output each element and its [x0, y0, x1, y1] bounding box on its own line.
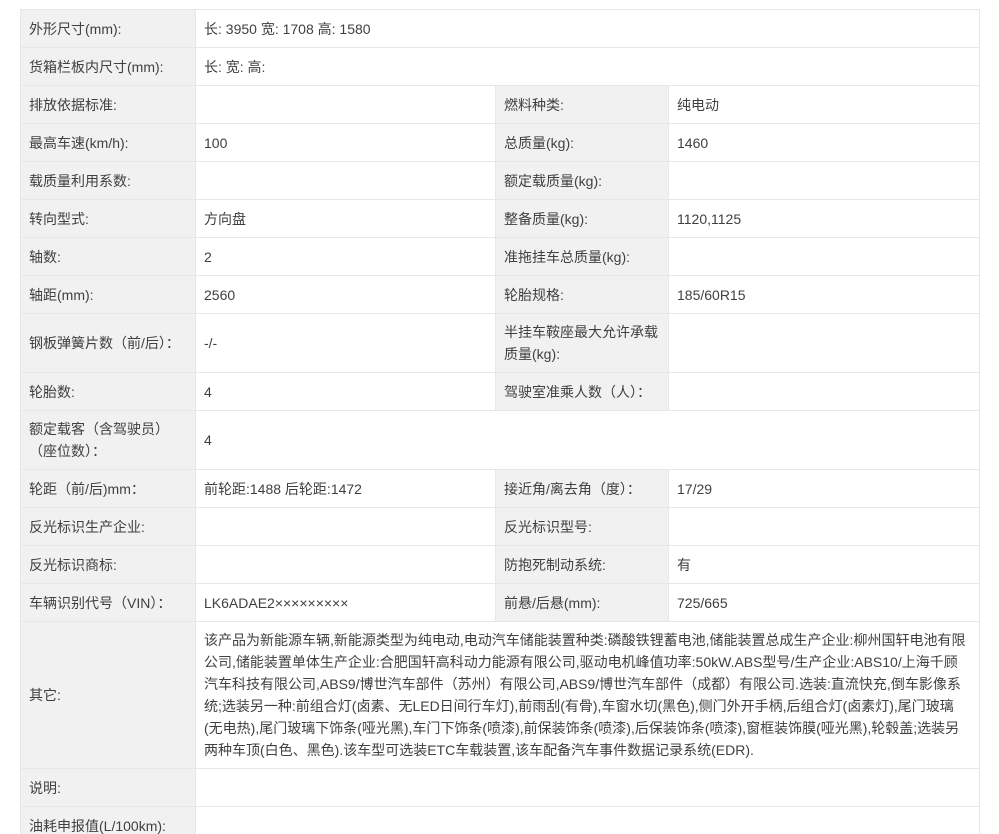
label-rated-load-mass: 额定载质量(kg):: [495, 161, 669, 200]
label-vin: 车辆识别代号（VIN）：: [20, 583, 196, 622]
value-reflective-marking-manufacturer: [195, 507, 496, 546]
label-towed-trailer-mass: 准拖挂车总质量(kg):: [495, 237, 669, 276]
value-rated-load-mass: [668, 161, 980, 200]
label-emission-standard: 排放依据标准:: [20, 85, 196, 124]
value-max-speed: 100: [195, 123, 496, 162]
spec-row: 钢板弹簧片数（前/后）： -/- 半挂车鞍座最大允许承载质量(kg):: [20, 313, 980, 373]
spec-row: 说明:: [20, 768, 980, 807]
value-mass-utilization-factor: [195, 161, 496, 200]
value-reflective-marking-trademark: [195, 545, 496, 584]
value-steering-type: 方向盘: [195, 199, 496, 238]
label-cab-occupancy: 驾驶室准乘人数（人）：: [495, 372, 669, 411]
value-cargo-box-inner-dimensions: 长: 宽: 高:: [195, 47, 980, 86]
vehicle-spec-page: 外形尺寸(mm): 长: 3950 宽: 1708 高: 1580 货箱栏板内尺…: [0, 0, 999, 834]
value-front-rear-overhang: 725/665: [668, 583, 980, 622]
label-tire-spec: 轮胎规格:: [495, 275, 669, 314]
value-fuel-type: 纯电动: [668, 85, 980, 124]
value-tire-spec: 185/60R15: [668, 275, 980, 314]
value-vin: LK6ADAE2×××××××××: [195, 583, 496, 622]
value-cab-occupancy: [668, 372, 980, 411]
value-gross-mass: 1460: [668, 123, 980, 162]
label-overall-dimensions: 外形尺寸(mm):: [20, 9, 196, 48]
value-saddle-max-load: [668, 313, 980, 373]
value-tire-count: 4: [195, 372, 496, 411]
label-track-width: 轮距（前/后)mm：: [20, 469, 196, 508]
value-other: 该产品为新能源车辆,新能源类型为纯电动,电动汽车储能装置种类:磷酸铁锂蓄电池,储…: [195, 621, 980, 769]
value-towed-trailer-mass: [668, 237, 980, 276]
spec-row: 反光标识生产企业: 反光标识型号:: [20, 507, 980, 546]
spec-row: 外形尺寸(mm): 长: 3950 宽: 1708 高: 1580: [20, 9, 980, 48]
label-max-speed: 最高车速(km/h):: [20, 123, 196, 162]
label-wheelbase: 轴距(mm):: [20, 275, 196, 314]
spec-row: 轴距(mm): 2560 轮胎规格: 185/60R15: [20, 275, 980, 314]
spec-row: 轴数: 2 准拖挂车总质量(kg):: [20, 237, 980, 276]
value-remarks: [195, 768, 980, 807]
value-abs: 有: [668, 545, 980, 584]
value-seating-capacity: 4: [195, 410, 980, 470]
spec-row: 车辆识别代号（VIN）： LK6ADAE2××××××××× 前悬/后悬(mm)…: [20, 583, 980, 622]
label-curb-mass: 整备质量(kg):: [495, 199, 669, 238]
spec-row: 载质量利用系数: 额定载质量(kg):: [20, 161, 980, 200]
label-approach-departure-angle: 接近角/离去角（度）：: [495, 469, 669, 508]
label-axle-count: 轴数:: [20, 237, 196, 276]
spec-row: 转向型式: 方向盘 整备质量(kg): 1120,1125: [20, 199, 980, 238]
value-fuel-consumption-declared: [195, 806, 980, 834]
label-reflective-marking-model: 反光标识型号:: [495, 507, 669, 546]
value-track-width: 前轮距:1488 后轮距:1472: [195, 469, 496, 508]
value-approach-departure-angle: 17/29: [668, 469, 980, 508]
label-abs: 防抱死制动系统:: [495, 545, 669, 584]
label-saddle-max-load: 半挂车鞍座最大允许承载质量(kg):: [495, 313, 669, 373]
vehicle-spec-table: 外形尺寸(mm): 长: 3950 宽: 1708 高: 1580 货箱栏板内尺…: [20, 9, 980, 834]
label-gross-mass: 总质量(kg):: [495, 123, 669, 162]
label-spring-leaf-count: 钢板弹簧片数（前/后）：: [20, 313, 196, 373]
value-spring-leaf-count: -/-: [195, 313, 496, 373]
spec-row: 轮胎数: 4 驾驶室准乘人数（人）：: [20, 372, 980, 411]
spec-row: 排放依据标准: 燃料种类: 纯电动: [20, 85, 980, 124]
spec-row: 最高车速(km/h): 100 总质量(kg): 1460: [20, 123, 980, 162]
spec-row: 货箱栏板内尺寸(mm): 长: 宽: 高:: [20, 47, 980, 86]
label-other: 其它:: [20, 621, 196, 769]
value-axle-count: 2: [195, 237, 496, 276]
label-seating-capacity: 额定载客（含驾驶员）（座位数）：: [20, 410, 196, 470]
label-mass-utilization-factor: 载质量利用系数:: [20, 161, 196, 200]
value-curb-mass: 1120,1125: [668, 199, 980, 238]
value-wheelbase: 2560: [195, 275, 496, 314]
label-front-rear-overhang: 前悬/后悬(mm):: [495, 583, 669, 622]
spec-row: 轮距（前/后)mm： 前轮距:1488 后轮距:1472 接近角/离去角（度）：…: [20, 469, 980, 508]
label-steering-type: 转向型式:: [20, 199, 196, 238]
label-reflective-marking-trademark: 反光标识商标:: [20, 545, 196, 584]
label-reflective-marking-manufacturer: 反光标识生产企业:: [20, 507, 196, 546]
label-remarks: 说明:: [20, 768, 196, 807]
label-cargo-box-inner-dimensions: 货箱栏板内尺寸(mm):: [20, 47, 196, 86]
value-overall-dimensions: 长: 3950 宽: 1708 高: 1580: [195, 9, 980, 48]
label-fuel-type: 燃料种类:: [495, 85, 669, 124]
spec-row: 其它: 该产品为新能源车辆,新能源类型为纯电动,电动汽车储能装置种类:磷酸铁锂蓄…: [20, 621, 980, 769]
label-tire-count: 轮胎数:: [20, 372, 196, 411]
spec-row: 反光标识商标: 防抱死制动系统: 有: [20, 545, 980, 584]
value-reflective-marking-model: [668, 507, 980, 546]
spec-row: 油耗申报值(L/100km):: [20, 806, 980, 834]
value-emission-standard: [195, 85, 496, 124]
spec-row: 额定载客（含驾驶员）（座位数）： 4: [20, 410, 980, 470]
label-fuel-consumption-declared: 油耗申报值(L/100km):: [20, 806, 196, 834]
